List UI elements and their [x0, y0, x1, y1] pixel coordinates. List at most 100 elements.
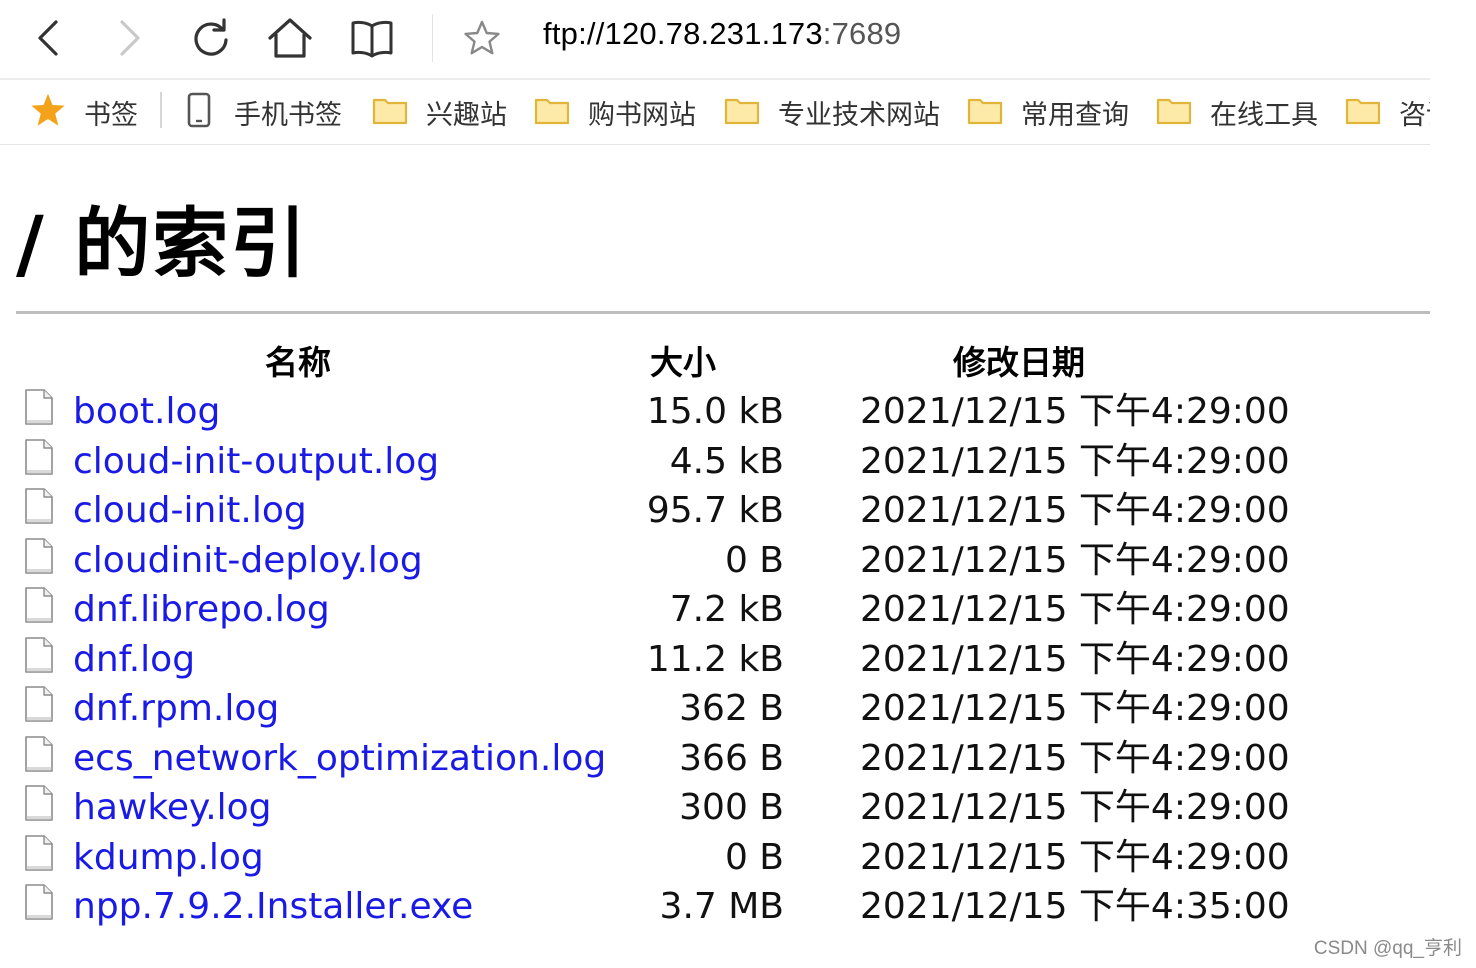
folder-icon — [534, 95, 570, 129]
file-size: 366 B — [679, 737, 784, 779]
bookmark-item-mobile[interactable]: 手机书签 — [186, 92, 342, 132]
table-row: kdump.log 0 B 2021/12/15 下午4:29:00 — [0, 832, 1430, 882]
bookmark-label: 咨讯 — [1399, 99, 1430, 131]
file-size: 0 B — [724, 539, 784, 581]
file-link[interactable]: cloud-init.log — [73, 487, 307, 535]
table-row: npp.7.9.2.Installer.exe 3.7 MB 2021/12/15 … — [0, 881, 1430, 931]
folder-icon — [1156, 95, 1192, 129]
file-date: 2021/12/15 下午4:35:00 — [860, 886, 1290, 927]
table-row: cloud-init.log 95.7 kB 2021/12/15 下午4:29:0… — [0, 485, 1430, 535]
bookmark-divider — [160, 92, 162, 128]
folder-icon — [372, 95, 408, 129]
address-bar[interactable]: ftp://120.78.231.173:7689 — [543, 16, 901, 52]
file-link[interactable]: boot.log — [73, 388, 220, 436]
browser-toolbar: ftp://120.78.231.173:7689 — [0, 0, 1430, 78]
file-date: 2021/12/15 下午4:29:00 — [860, 638, 1290, 680]
bookmark-label: 专业技术网站 — [778, 99, 940, 131]
file-link[interactable]: dnf.log — [73, 636, 195, 684]
file-link[interactable]: cloud-init-output.log — [73, 438, 439, 486]
file-size: 11.2 kB — [646, 638, 784, 680]
file-icon — [24, 438, 54, 475]
file-date: 2021/12/15 下午4:29:00 — [860, 391, 1290, 432]
file-icon — [24, 389, 54, 425]
file-date: 2021/12/15 下午4:29:00 — [860, 737, 1290, 779]
file-size: 15.0 kB — [646, 391, 784, 432]
table-row: boot.log 15.0 kB 2021/12/15 下午4:29:00 — [0, 386, 1430, 436]
file-date: 2021/12/15 下午4:29:00 — [860, 787, 1290, 828]
url-port: :7689 — [822, 16, 902, 51]
reader-mode-button[interactable] — [348, 14, 396, 62]
column-header-name[interactable]: 名称 — [265, 340, 331, 386]
forward-icon — [112, 18, 148, 58]
table-row: dnf.log 11.2 kB 2021/12/15 下午4:29:00 — [0, 634, 1430, 684]
bookmark-folder-queries[interactable]: 常用查询 — [967, 92, 1129, 132]
file-date: 2021/12/15 下午4:29:00 — [860, 539, 1290, 581]
folder-icon — [724, 95, 760, 129]
home-button[interactable] — [266, 14, 314, 62]
file-icon — [24, 785, 54, 821]
column-header-size[interactable]: 大小 — [650, 340, 716, 386]
file-size: 0 B — [724, 836, 784, 878]
bookmark-folder-interest[interactable]: 兴趣站 — [372, 92, 507, 132]
file-icon — [24, 488, 54, 524]
file-link[interactable]: cloudinit-deploy.log — [73, 537, 423, 585]
folder-icon — [967, 95, 1003, 129]
home-icon — [266, 16, 314, 60]
title-divider — [16, 311, 1430, 314]
bookmark-label: 书签 — [84, 99, 138, 131]
file-date: 2021/12/15 下午4:29:00 — [860, 490, 1290, 531]
file-icon — [24, 686, 54, 722]
reload-icon — [189, 16, 233, 60]
bookmark-folder-tech[interactable]: 专业技术网站 — [724, 92, 940, 132]
table-row: dnf.rpm.log 362 B 2021/12/15 下午4:29:00 — [0, 683, 1430, 733]
file-date: 2021/12/15 下午4:29:00 — [860, 440, 1290, 482]
reader-icon — [349, 18, 395, 58]
file-size: 3.7 MB — [659, 886, 784, 927]
reload-button[interactable] — [187, 14, 235, 62]
table-row: cloud-init-output.log 4.5 kB 2021/12/15 下午… — [0, 436, 1430, 486]
file-date: 2021/12/15 下午4:29:00 — [860, 688, 1290, 729]
file-size: 95.7 kB — [646, 490, 784, 531]
star-outline-icon — [462, 18, 502, 58]
page-title: / 的索引 — [16, 199, 309, 288]
file-icon — [24, 834, 54, 871]
file-link[interactable]: dnf.rpm.log — [73, 685, 279, 733]
file-size: 300 B — [679, 787, 784, 828]
file-icon — [24, 735, 54, 772]
bookmark-folder-tools[interactable]: 在线工具 — [1156, 92, 1318, 132]
bookmark-label: 常用查询 — [1021, 99, 1129, 131]
table-row: ecs_network_optimization.log 366 B 2021/12… — [0, 733, 1430, 783]
bookmark-label: 在线工具 — [1210, 99, 1318, 131]
file-link[interactable]: ecs_network_optimization.log — [73, 735, 606, 783]
file-link[interactable]: npp.7.9.2.Installer.exe — [73, 883, 473, 931]
file-link[interactable]: kdump.log — [73, 834, 264, 882]
bookmark-label: 兴趣站 — [426, 99, 507, 131]
bookmarks-bar: 书签 手机书签 兴趣站 购书网站 专业技术网站 常用查询 在线工具 咨 — [0, 80, 1430, 145]
file-icon — [24, 636, 54, 673]
back-button[interactable] — [24, 14, 72, 62]
bookmark-label: 手机书签 — [234, 99, 342, 131]
back-icon — [30, 18, 66, 58]
file-icon — [24, 537, 54, 574]
bookmark-folder-news[interactable]: 咨讯 — [1345, 92, 1430, 132]
table-row: hawkey.log 300 B 2021/12/15 下午4:29:00 — [0, 782, 1430, 832]
bookmark-label: 购书网站 — [588, 99, 696, 131]
file-link[interactable]: hawkey.log — [73, 784, 272, 832]
bookmark-star-button[interactable] — [458, 14, 506, 62]
file-date: 2021/12/15 下午4:29:00 — [860, 589, 1290, 630]
file-icon — [24, 884, 54, 920]
toolbar-divider — [432, 14, 433, 62]
star-icon — [30, 92, 66, 132]
file-list: boot.log 15.0 kB 2021/12/15 下午4:29:00 cloud… — [0, 386, 1430, 931]
file-icon — [24, 587, 54, 623]
bookmark-item-bookmarks[interactable]: 书签 — [30, 92, 138, 132]
bookmark-folder-bookstores[interactable]: 购书网站 — [534, 92, 696, 132]
watermark: CSDN @qq_亨利 — [1313, 938, 1462, 959]
file-size: 362 B — [679, 688, 784, 729]
url-host: ftp://120.78.231.173 — [543, 16, 823, 51]
column-header-date[interactable]: 修改日期 — [953, 340, 1085, 386]
file-link[interactable]: dnf.librepo.log — [73, 586, 330, 634]
file-size: 4.5 kB — [669, 440, 784, 482]
folder-icon — [1345, 95, 1381, 129]
forward-button[interactable] — [106, 14, 154, 62]
